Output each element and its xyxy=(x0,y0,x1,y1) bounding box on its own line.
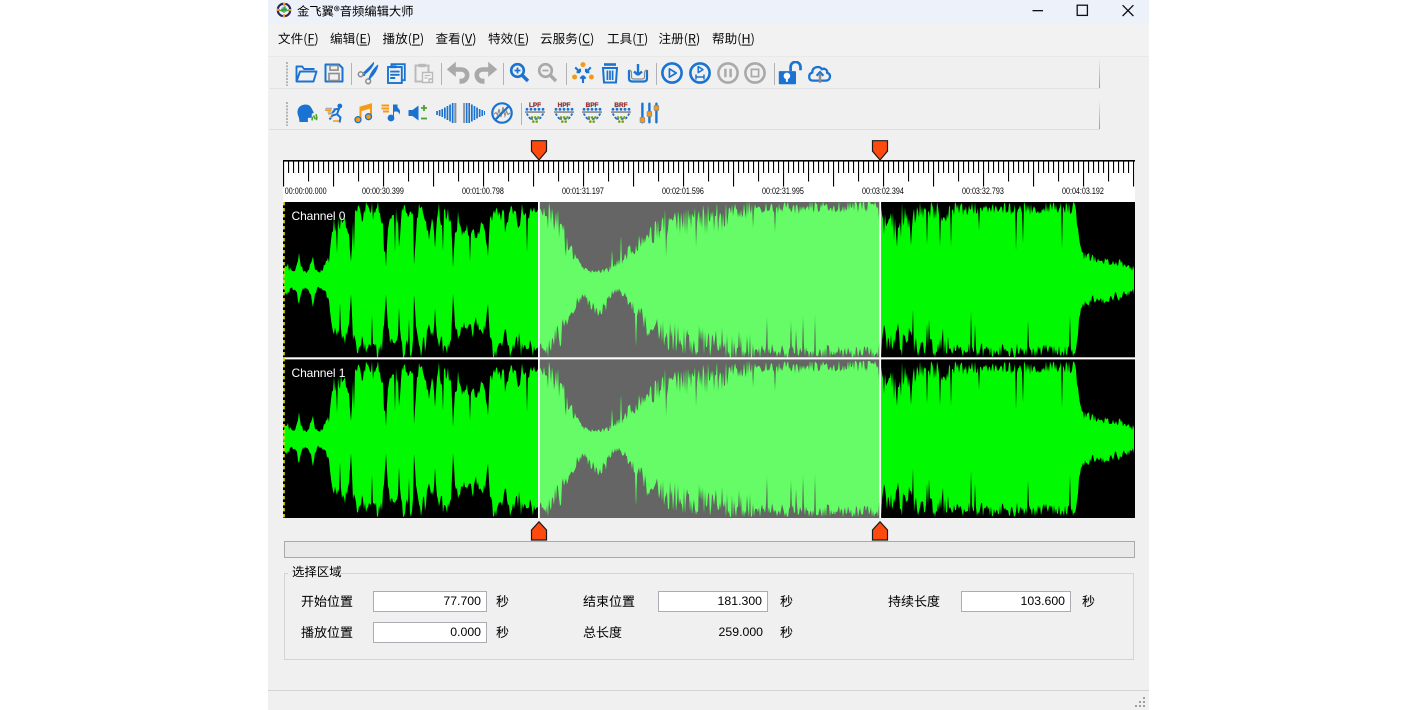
svg-text:00:04:03.192: 00:04:03.192 xyxy=(1062,186,1104,196)
svg-text:00:00:30.399: 00:00:30.399 xyxy=(362,186,404,196)
svg-text:00:02:01.596: 00:02:01.596 xyxy=(662,186,704,196)
svg-text:00:03:32.793: 00:03:32.793 xyxy=(962,186,1004,196)
svg-text:00:03:02.394: 00:03:02.394 xyxy=(862,186,904,196)
svg-text:00:01:31.197: 00:01:31.197 xyxy=(562,186,604,196)
svg-text:00:00:00.000: 00:00:00.000 xyxy=(285,186,327,196)
svg-text:00:01:00.798: 00:01:00.798 xyxy=(462,186,504,196)
svg-text:00:02:31.995: 00:02:31.995 xyxy=(762,186,804,196)
